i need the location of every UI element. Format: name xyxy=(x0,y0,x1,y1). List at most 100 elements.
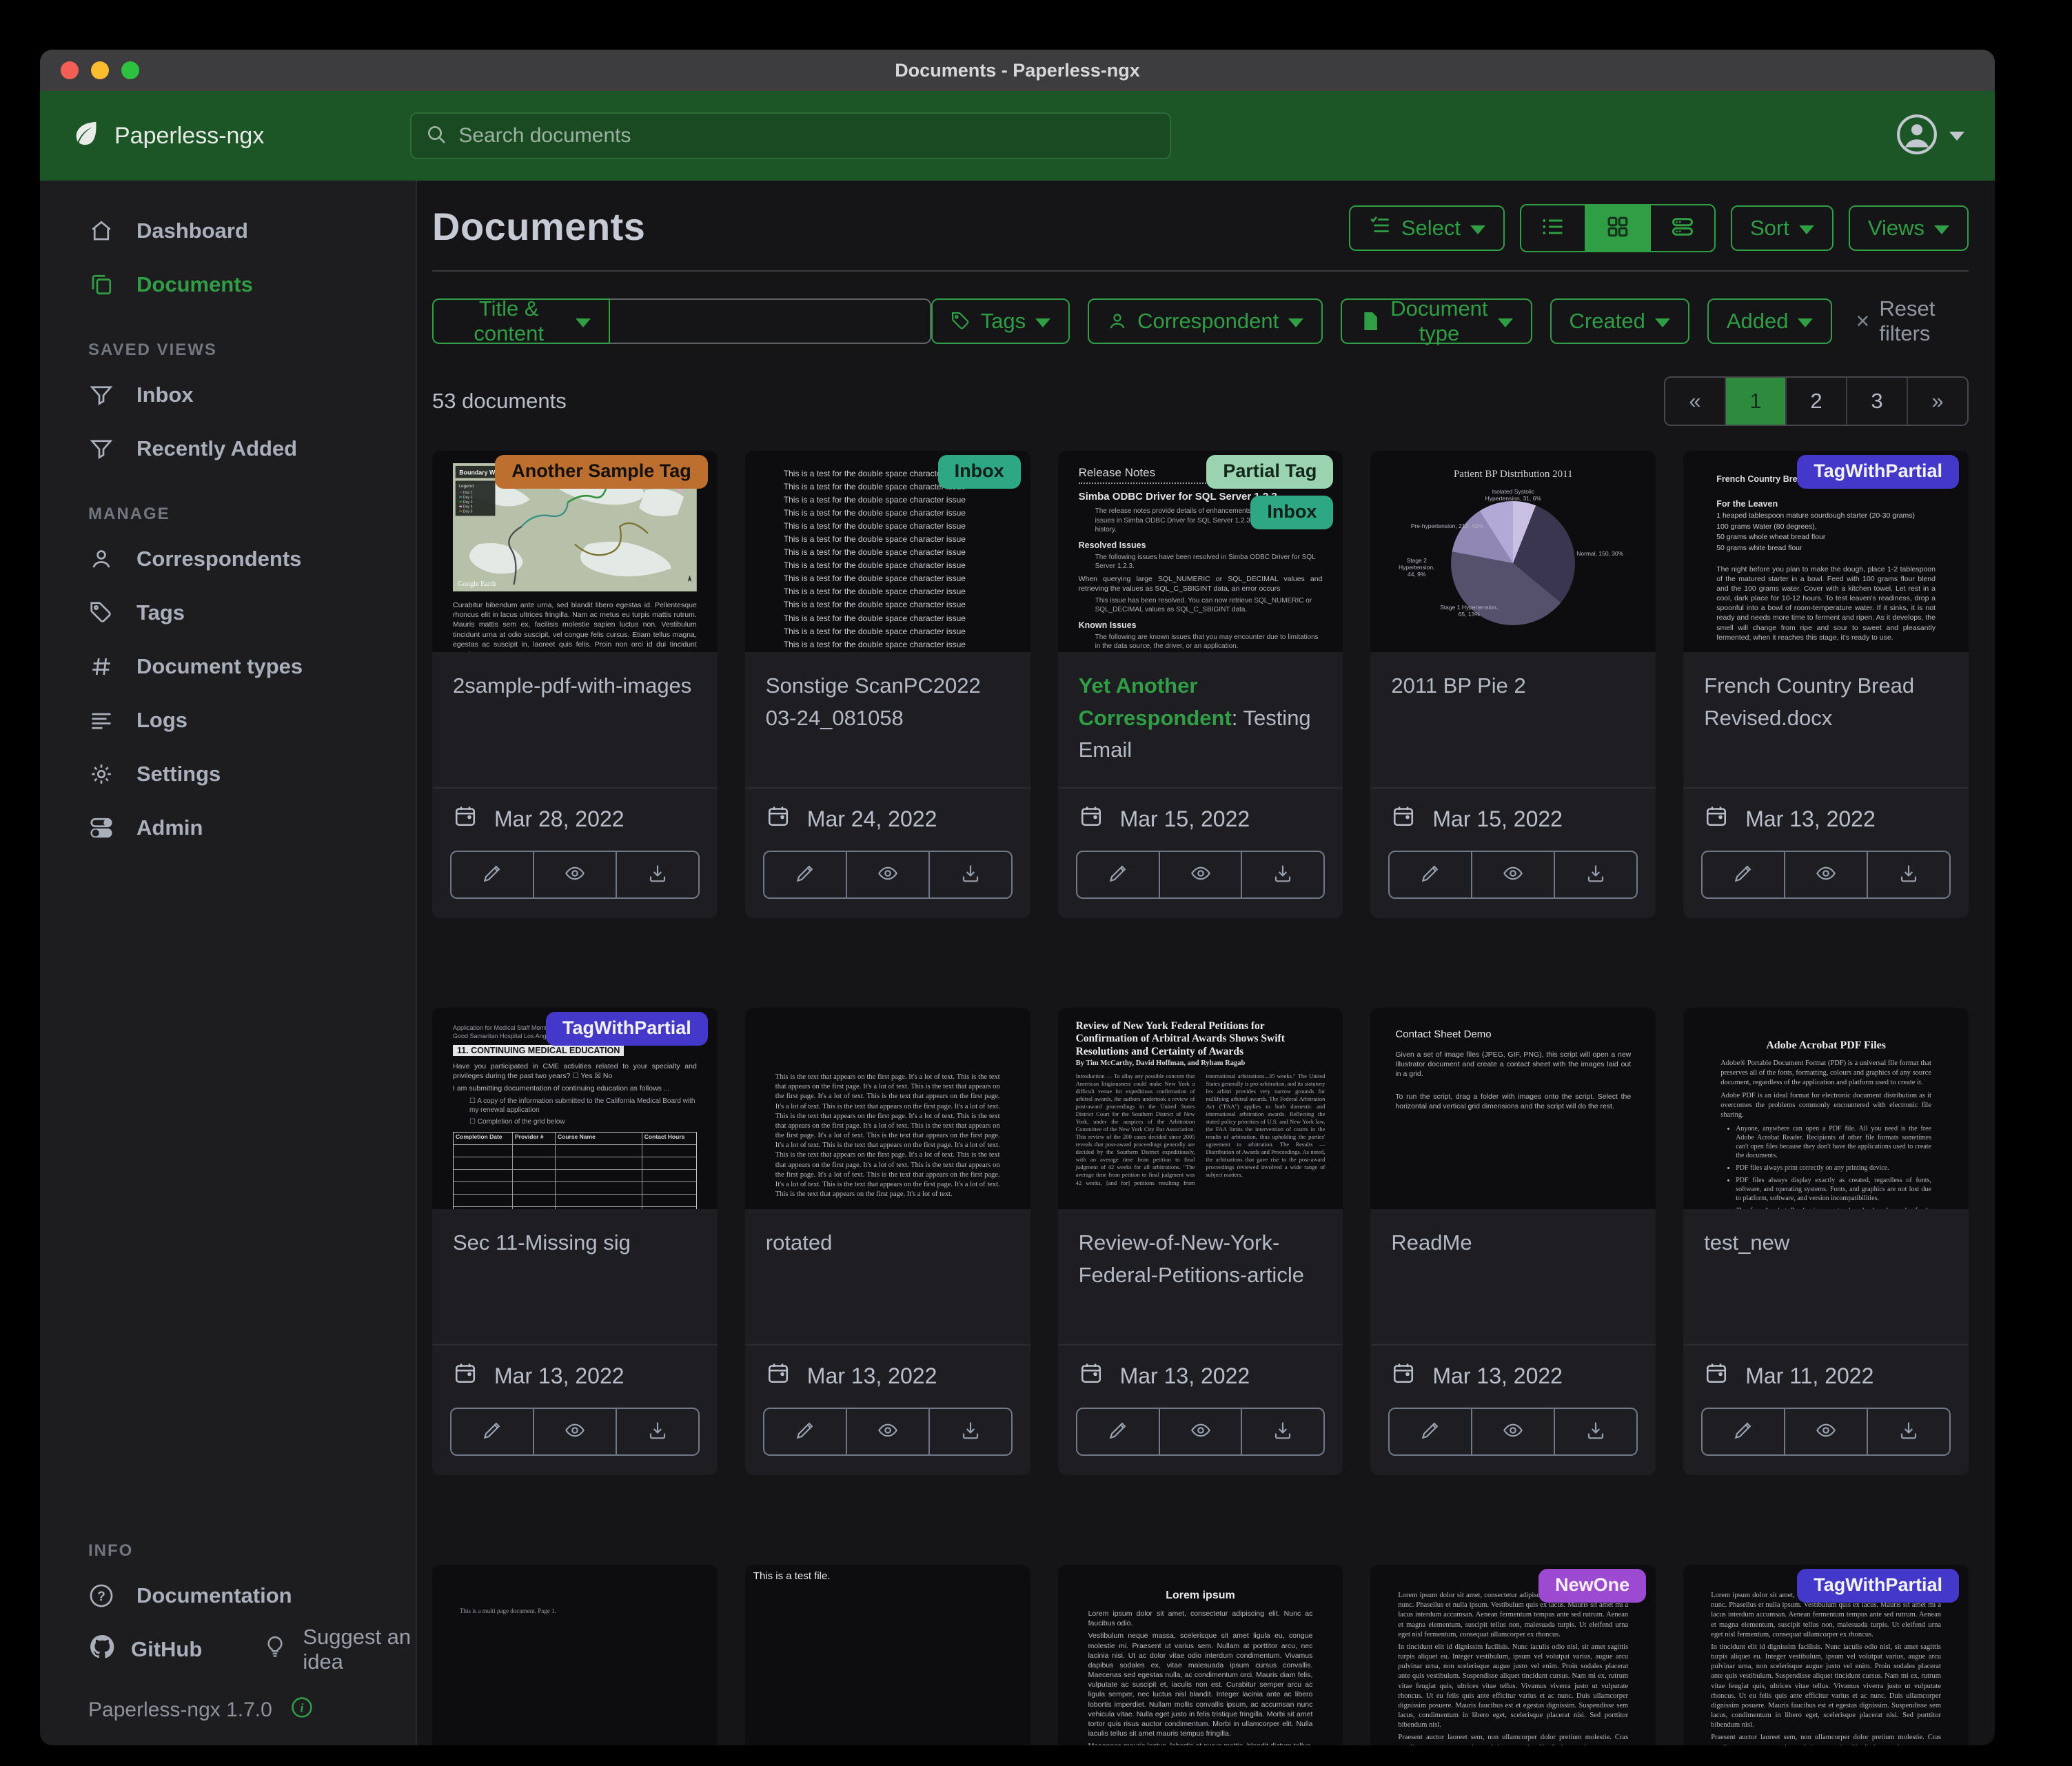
sidebar-item-settings[interactable]: Settings xyxy=(40,747,416,801)
view-button[interactable] xyxy=(1160,1408,1243,1456)
info-circle-icon[interactable]: i xyxy=(290,1696,314,1725)
tag-badge[interactable]: Another Sample Tag xyxy=(495,455,708,489)
created-date-label: Mar 13, 2022 xyxy=(494,1363,624,1389)
download-button[interactable] xyxy=(1555,1408,1638,1456)
edit-button[interactable] xyxy=(763,1408,847,1456)
sort-button[interactable]: Sort xyxy=(1731,205,1834,251)
document-thumbnail[interactable]: Contact Sheet DemoGiven a set of image f… xyxy=(1370,1008,1656,1209)
document-thumbnail[interactable]: This is a test file. xyxy=(745,1565,1030,1745)
sidebar-item-recently-added[interactable]: Recently Added xyxy=(40,422,416,476)
view-button[interactable] xyxy=(534,1408,617,1456)
user-menu[interactable] xyxy=(1896,113,1964,159)
zoom-window-icon[interactable] xyxy=(121,61,139,79)
document-thumbnail[interactable]: Adobe Acrobat PDF FilesAdobe® Portable D… xyxy=(1683,1008,1969,1209)
download-button[interactable] xyxy=(1555,851,1638,899)
added-filter-button[interactable]: Added xyxy=(1707,298,1833,344)
tag-badge[interactable]: TagWithPartial xyxy=(546,1012,708,1046)
document-title[interactable]: rotated xyxy=(766,1230,833,1255)
sidebar-item-documentation[interactable]: ? Documentation xyxy=(40,1569,416,1623)
pagination-prev[interactable]: « xyxy=(1665,378,1725,425)
select-button[interactable]: Select xyxy=(1349,205,1505,251)
sidebar-item-documents[interactable]: Documents xyxy=(40,258,416,312)
download-button[interactable] xyxy=(617,851,700,899)
document-thumbnail[interactable]: Review of New York Federal Petitions for… xyxy=(1058,1008,1343,1209)
app-brand[interactable]: Paperless-ngx xyxy=(70,117,264,155)
filter-query-input[interactable] xyxy=(610,298,931,344)
download-button[interactable] xyxy=(1242,851,1325,899)
tag-badge[interactable]: TagWithPartial xyxy=(1797,1569,1959,1603)
view-button[interactable] xyxy=(1472,1408,1555,1456)
sidebar-item-logs[interactable]: Logs xyxy=(40,693,416,747)
pagination-next[interactable]: » xyxy=(1907,378,1967,425)
global-search[interactable] xyxy=(410,112,1171,159)
document-title[interactable]: ReadMe xyxy=(1391,1230,1472,1255)
sidebar-item-dashboard[interactable]: Dashboard xyxy=(40,204,416,258)
view-button[interactable] xyxy=(1785,851,1868,899)
sidebar-item-correspondents[interactable]: Correspondents xyxy=(40,532,416,586)
view-button[interactable] xyxy=(1785,1408,1868,1456)
edit-button[interactable] xyxy=(1701,1408,1785,1456)
edit-button[interactable] xyxy=(450,851,534,899)
sidebar-item-tags[interactable]: Tags xyxy=(40,586,416,640)
views-button[interactable]: Views xyxy=(1849,205,1969,251)
edit-button[interactable] xyxy=(1076,851,1160,899)
tag-badge[interactable]: Inbox xyxy=(1250,496,1333,529)
tag-badge[interactable]: Partial Tag xyxy=(1206,455,1333,489)
view-button[interactable] xyxy=(1160,851,1243,899)
created-date-label: Mar 13, 2022 xyxy=(1432,1363,1563,1389)
download-button[interactable] xyxy=(1868,851,1951,899)
download-button[interactable] xyxy=(617,1408,700,1456)
view-button[interactable] xyxy=(847,851,930,899)
document-type-filter-button[interactable]: Document type xyxy=(1341,298,1532,344)
detail-view-toggle[interactable] xyxy=(1649,205,1714,251)
edit-button[interactable] xyxy=(1388,851,1472,899)
document-title[interactable]: Review-of-New-York-Federal-Petitions-art… xyxy=(1079,1230,1304,1287)
view-button[interactable] xyxy=(534,851,617,899)
title-content-filter-button[interactable]: Title & content xyxy=(432,298,610,344)
sidebar-item-inbox[interactable]: Inbox xyxy=(40,368,416,422)
document-card: This is the text that appears on the fir… xyxy=(745,1008,1030,1475)
sidebar-item-document-types[interactable]: Document types xyxy=(40,640,416,693)
edit-button[interactable] xyxy=(763,851,847,899)
grid-view-toggle[interactable] xyxy=(1585,205,1649,251)
minimize-window-icon[interactable] xyxy=(91,61,109,79)
document-title[interactable]: Sonstige ScanPC2022 03-24_081058 xyxy=(766,673,981,730)
document-title[interactable]: 2011 BP Pie 2 xyxy=(1391,673,1525,698)
reset-filters-button[interactable]: × Reset filters xyxy=(1856,296,1969,346)
document-title[interactable]: Sec 11-Missing sig xyxy=(453,1230,631,1255)
tag-badge[interactable]: NewOne xyxy=(1538,1569,1646,1603)
download-button[interactable] xyxy=(930,1408,1013,1456)
tag-badge[interactable]: Inbox xyxy=(938,455,1021,489)
document-title[interactable]: test_new xyxy=(1704,1230,1789,1255)
view-button[interactable] xyxy=(1472,851,1555,899)
tag-badge[interactable]: TagWithPartial xyxy=(1797,455,1959,489)
correspondent-link[interactable]: Yet Another Correspondent xyxy=(1079,673,1232,730)
document-thumbnail[interactable]: Lorem ipsumLorem ipsum dolor sit amet, c… xyxy=(1058,1565,1343,1745)
download-button[interactable] xyxy=(1242,1408,1325,1456)
sidebar-item-admin[interactable]: Admin xyxy=(40,801,416,855)
download-button[interactable] xyxy=(930,851,1013,899)
document-thumbnail[interactable]: This is a multi page document. Page 1. xyxy=(432,1565,718,1745)
sidebar-item-github[interactable]: GitHub xyxy=(88,1633,202,1666)
download-button[interactable] xyxy=(1868,1408,1951,1456)
document-title[interactable]: French Country Bread Revised.docx xyxy=(1704,673,1914,730)
correspondent-filter-button[interactable]: Correspondent xyxy=(1088,298,1323,344)
list-view-toggle[interactable] xyxy=(1521,205,1585,251)
close-window-icon[interactable] xyxy=(61,61,79,79)
document-thumbnail[interactable]: This is the text that appears on the fir… xyxy=(745,1008,1030,1209)
suggest-idea-link[interactable]: Suggest an idea xyxy=(263,1625,416,1674)
search-input[interactable] xyxy=(457,123,1156,148)
eye-icon xyxy=(1502,1419,1524,1445)
document-title[interactable]: 2sample-pdf-with-images xyxy=(453,673,691,698)
edit-button[interactable] xyxy=(1388,1408,1472,1456)
pagination-page-1[interactable]: 1 xyxy=(1725,378,1785,425)
pagination-page-3[interactable]: 3 xyxy=(1846,378,1907,425)
pagination-page-2[interactable]: 2 xyxy=(1785,378,1846,425)
edit-button[interactable] xyxy=(1076,1408,1160,1456)
document-thumbnail[interactable]: Patient BP Distribution 2011 Isolated Sy… xyxy=(1370,451,1656,652)
edit-button[interactable] xyxy=(1701,851,1785,899)
tags-filter-button[interactable]: Tags xyxy=(931,298,1070,344)
edit-button[interactable] xyxy=(450,1408,534,1456)
view-button[interactable] xyxy=(847,1408,930,1456)
created-filter-button[interactable]: Created xyxy=(1550,298,1689,344)
